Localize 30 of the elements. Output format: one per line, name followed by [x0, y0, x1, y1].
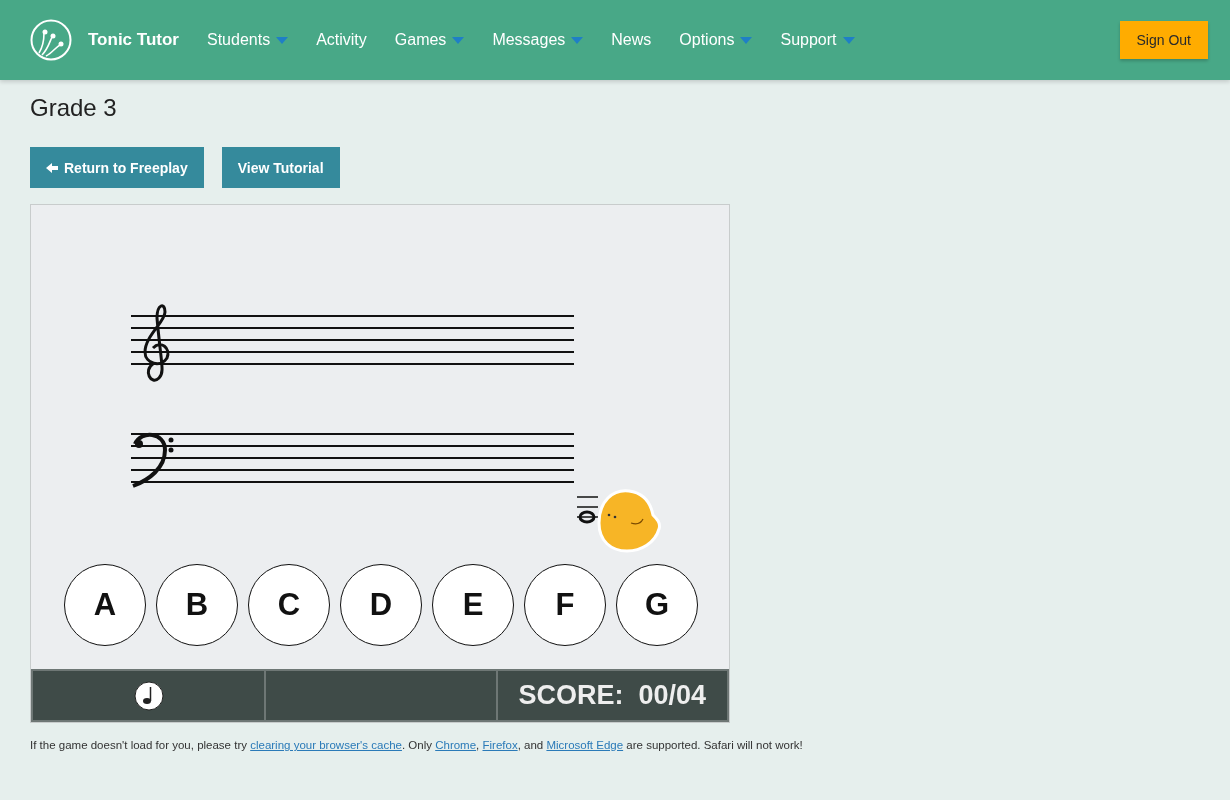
help-link[interactable]: clearing your browser's cache [250, 739, 402, 751]
sign-out-button[interactable]: Sign Out [1119, 21, 1208, 59]
browser-support-note: If the game doesn't load for you, please try clearing your browser's cache. Only Chrome, Firefox, and Microsoft Edge are supported. Safari will not work! [30, 739, 804, 751]
brand-name[interactable]: Tonic Tutor [88, 30, 179, 50]
nav-item[interactable]: Students [192, 31, 303, 49]
help-link[interactable]: Microsoft Edge [546, 739, 624, 751]
answer-button[interactable]: A [64, 564, 146, 646]
return-button[interactable]: Return to Freeplay [30, 147, 204, 188]
answer-button[interactable]: C [248, 564, 330, 646]
nav-item[interactable]: Messages [478, 31, 598, 49]
score-text: SCORE: 00/04 [518, 680, 707, 711]
help-link[interactable]: Firefox [482, 739, 518, 751]
arrow-left-icon [46, 162, 58, 173]
nav-item[interactable]: Support [766, 31, 869, 49]
answer-button[interactable]: E [432, 564, 514, 646]
nav-item[interactable]: Options [665, 31, 767, 49]
nav-item[interactable]: Activity [302, 31, 381, 49]
help-link[interactable]: Chrome [435, 739, 477, 751]
whole-note-icon [576, 496, 599, 524]
nav-item[interactable]: Games [380, 31, 479, 49]
answer-button[interactable]: D [340, 564, 422, 646]
answer-button[interactable]: B [156, 564, 238, 646]
quarter-note-icon[interactable] [133, 680, 164, 711]
answer-button[interactable]: F [524, 564, 606, 646]
page-subtitle: Grade 3 [30, 94, 118, 122]
answer-button[interactable]: G [616, 564, 698, 646]
tutorial-button[interactable]: View Tutorial [221, 147, 340, 188]
chick-drawing [597, 489, 662, 553]
nav-item[interactable]: News [597, 31, 666, 49]
logo-icon[interactable] [30, 19, 72, 61]
